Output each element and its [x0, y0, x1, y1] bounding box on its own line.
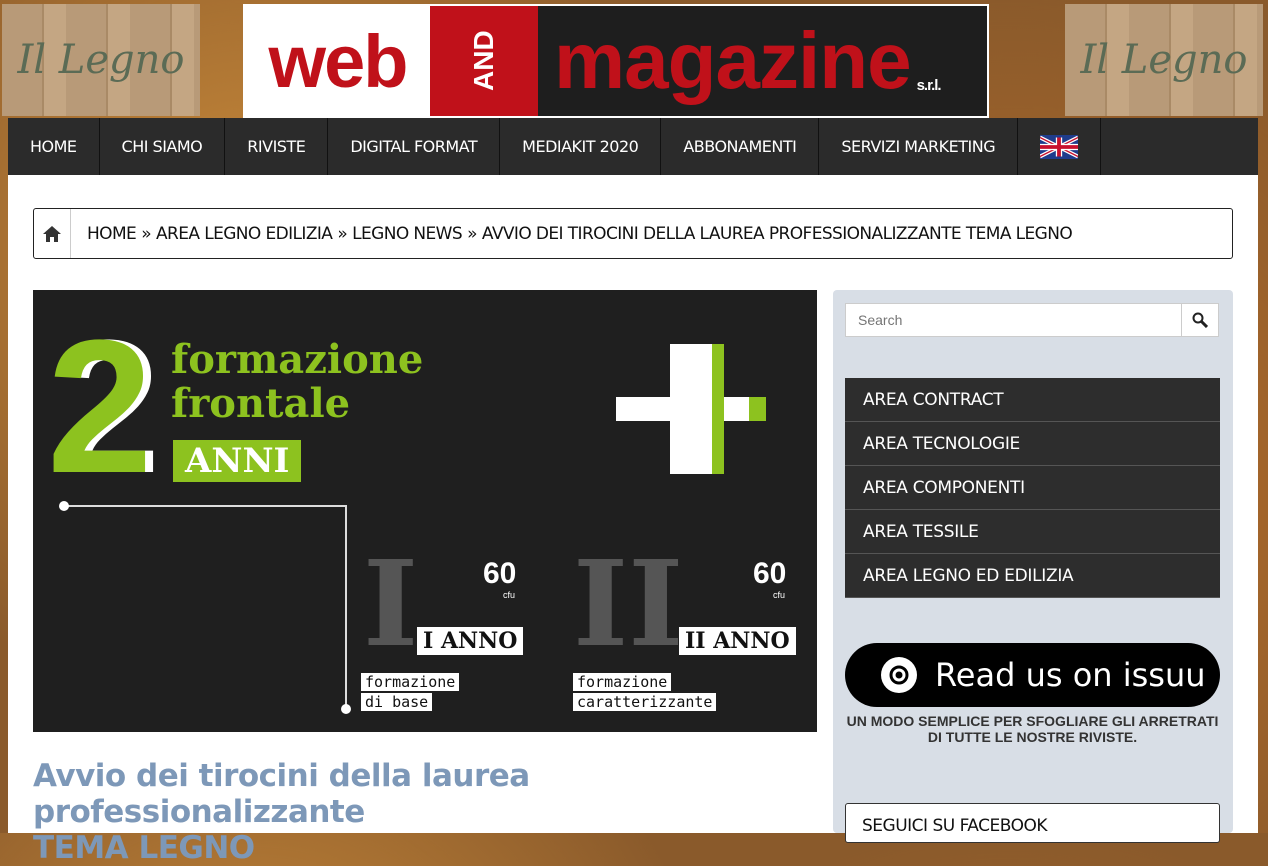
breadcrumb-current: AVVIO DEI TIROCINI DELLA LAUREA PROFESSI…: [481, 223, 1073, 244]
breadcrumb-separator: »: [141, 223, 151, 244]
connector-dot: [59, 501, 69, 511]
menu-item-area-tecnologie[interactable]: AREA TECNOLOGIE: [845, 422, 1220, 466]
issuu-icon: [881, 657, 917, 693]
logo-web-text: web: [245, 6, 430, 116]
nav-item-mediakit[interactable]: MEDIAKIT 2020: [500, 118, 662, 175]
sub-label-1-line2: di base: [361, 693, 433, 711]
nav-item-abbonamenti[interactable]: ABBONAMENTI: [661, 118, 820, 175]
hero-heading-line2: frontale: [171, 380, 351, 427]
connector-dot: [341, 704, 351, 714]
cfu-value-1: 60: [483, 557, 517, 590]
search-icon: [1192, 312, 1208, 328]
breadcrumb-home[interactable]: HOME: [87, 224, 137, 244]
hero-big-number: 2: [47, 301, 153, 513]
article-title-line2: TEMA LEGNO: [33, 830, 255, 866]
plus-icon-accent: [712, 344, 724, 474]
breadcrumb-separator: »: [467, 223, 477, 244]
logo-srl-text: s.r.l.: [916, 77, 942, 94]
search-form: [845, 303, 1219, 337]
nav-item-servizi-marketing[interactable]: SERVIZI MARKETING: [819, 118, 1019, 175]
uk-flag-icon: [1040, 134, 1079, 159]
breadcrumb: HOME » AREA LEGNO EDILIZIA » LEGNO NEWS …: [33, 208, 1233, 259]
nav-item-chi-siamo[interactable]: CHI SIAMO: [100, 118, 226, 175]
site-header: Il Legno web AND magazine s.r.l. Il Legn…: [0, 0, 1268, 118]
logo-and-text: AND: [430, 6, 538, 116]
home-icon[interactable]: [34, 209, 71, 258]
cfu-value-2: 60: [753, 557, 787, 590]
article-title: Avvio dei tirocini della laurea professi…: [33, 758, 817, 866]
area-menu: AREA CONTRACT AREA TECNOLOGIE AREA COMPO…: [845, 378, 1220, 598]
main-nav: HOME CHI SIAMO RIVISTE DIGITAL FORMAT ME…: [8, 118, 1258, 175]
issuu-label: Read us on issuu: [935, 656, 1206, 694]
logo-magazine: magazine s.r.l.: [538, 6, 987, 116]
sub-label-2-line1: formazione: [573, 673, 672, 691]
il-legno-logo-text: Il Legno: [17, 37, 185, 83]
roman-numeral-2: II: [573, 534, 684, 673]
il-legno-logo-text: Il Legno: [1080, 37, 1248, 83]
nav-item-riviste[interactable]: RIVISTE: [225, 118, 329, 175]
article-title-line1: Avvio dei tirocini della laurea professi…: [33, 758, 530, 830]
sidebar: AREA CONTRACT AREA TECNOLOGIE AREA COMPO…: [833, 290, 1233, 843]
hero-heading: formazione frontale: [171, 338, 423, 426]
logo-magazine-text: magazine: [554, 16, 912, 105]
breadcrumb-legno-news[interactable]: LEGNO NEWS: [352, 224, 463, 244]
anno-label-2: II ANNO: [679, 627, 796, 655]
menu-item-area-legno-edilizia[interactable]: AREA LEGNO ED EDILIZIA: [845, 554, 1220, 598]
nav-item-home[interactable]: HOME: [8, 118, 100, 175]
menu-item-area-componenti[interactable]: AREA COMPONENTI: [845, 466, 1220, 510]
breadcrumb-area-legno-edilizia[interactable]: AREA LEGNO EDILIZIA: [156, 224, 333, 244]
menu-item-area-tessile[interactable]: AREA TESSILE: [845, 510, 1220, 554]
connector-line: [65, 505, 347, 507]
nav-item-digital-format[interactable]: DIGITAL FORMAT: [328, 118, 501, 175]
facebook-widget: SEGUICI SU FACEBOOK: [845, 803, 1220, 843]
sub-label-1-line1: formazione: [361, 673, 460, 691]
il-legno-logo-right[interactable]: Il Legno: [1065, 4, 1263, 116]
plus-icon-bar: [616, 397, 766, 421]
anno-label-1: I ANNO: [417, 627, 524, 655]
hero-heading-line1: formazione: [171, 336, 424, 383]
il-legno-logo-left[interactable]: Il Legno: [2, 4, 200, 116]
issuu-button[interactable]: Read us on issuu: [845, 643, 1220, 707]
cfu-label-2: cfu: [773, 590, 786, 600]
sub-label-2-line2: caratterizzante: [573, 693, 717, 711]
nav-item-language[interactable]: [1018, 118, 1102, 175]
search-input[interactable]: [845, 303, 1181, 337]
hero-anni-label: ANNI: [173, 440, 302, 482]
facebook-widget-title: SEGUICI SU FACEBOOK: [862, 816, 1048, 836]
connector-line: [345, 505, 347, 711]
web-and-magazine-logo[interactable]: web AND magazine s.r.l.: [243, 4, 989, 118]
search-button[interactable]: [1181, 303, 1219, 337]
issuu-caption: UN MODO SEMPLICE PER SFOGLIARE GLI ARRET…: [846, 713, 1219, 745]
article-hero-image: 2 formazione frontale ANNI I 60 cfu I AN…: [33, 290, 817, 732]
roman-numeral-1: I: [363, 534, 419, 673]
breadcrumb-separator: »: [337, 223, 348, 244]
menu-item-area-contract[interactable]: AREA CONTRACT: [845, 378, 1220, 422]
cfu-label-1: cfu: [503, 590, 516, 600]
plus-icon-accent: [749, 397, 766, 421]
page-content: HOME » AREA LEGNO EDILIZIA » LEGNO NEWS …: [8, 175, 1258, 866]
